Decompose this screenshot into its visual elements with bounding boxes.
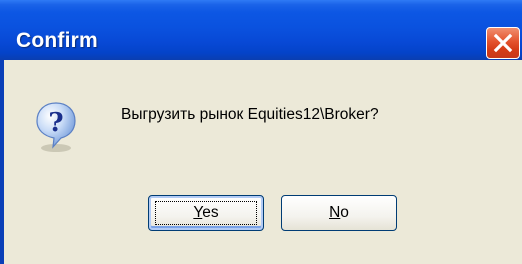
yes-label-rest: es [202, 204, 219, 221]
yes-mnemonic: Y [193, 204, 203, 221]
no-mnemonic: N [329, 204, 341, 221]
question-icon: ? [36, 102, 76, 152]
svg-text:?: ? [48, 108, 63, 138]
yes-button-label: Yes [193, 204, 218, 221]
title-bar[interactable]: Confirm [0, 0, 522, 60]
no-label-rest: o [340, 204, 349, 221]
dialog-title: Confirm [16, 29, 98, 52]
yes-button[interactable]: Yes [148, 195, 264, 231]
no-button-label: No [329, 204, 349, 221]
window-border [0, 60, 4, 264]
dialog-body [0, 60, 522, 264]
close-button[interactable] [486, 27, 520, 59]
close-icon [493, 33, 513, 53]
no-button[interactable]: No [281, 195, 397, 231]
dialog-message: Выгрузить рынок Equities12\Broker? [121, 106, 379, 123]
confirm-dialog: Confirm ? Выгрузить рынок Equities12\Bro… [0, 0, 522, 264]
